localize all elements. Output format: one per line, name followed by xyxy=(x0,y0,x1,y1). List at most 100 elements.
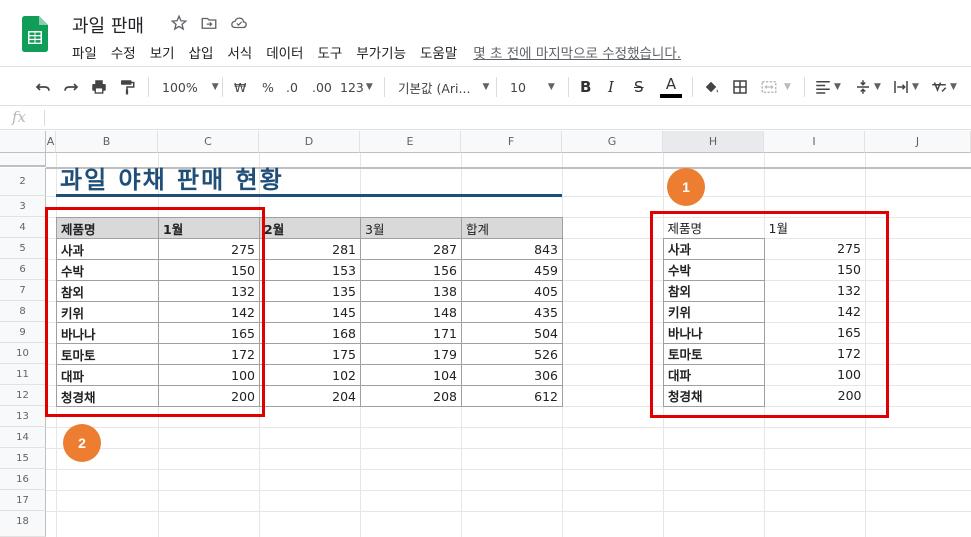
value-cell[interactable]: 153 xyxy=(259,259,361,281)
formula-input[interactable] xyxy=(56,109,956,127)
value-cell[interactable]: 148 xyxy=(360,301,462,323)
text-wrapping-button[interactable]: ▼ xyxy=(892,67,919,107)
menu-help[interactable]: 도움말 xyxy=(420,42,457,62)
value-cell[interactable]: 281 xyxy=(259,238,361,260)
horizontal-align-button[interactable]: ▼ xyxy=(814,67,841,107)
menu-edit[interactable]: 수정 xyxy=(111,42,136,62)
menu-insert[interactable]: 삽입 xyxy=(189,42,214,62)
menu-tools[interactable]: 도구 xyxy=(317,42,342,62)
increase-decimal-button[interactable]: .00 xyxy=(312,67,332,107)
value-cell[interactable]: 208 xyxy=(360,385,462,407)
value-cell[interactable]: 145 xyxy=(259,301,361,323)
menu-file[interactable]: 파일 xyxy=(72,42,97,62)
col-header-b[interactable]: B xyxy=(56,131,158,153)
row-header-12[interactable]: 12 xyxy=(0,385,46,406)
menu-view[interactable]: 보기 xyxy=(150,42,175,62)
font-family-select[interactable]: 기본값 (Ari... ▼ xyxy=(398,67,489,107)
col-header-j[interactable]: J xyxy=(865,131,971,153)
merge-cells-button[interactable]: ▼ xyxy=(760,67,791,107)
header-cell[interactable]: 2월 xyxy=(259,217,361,239)
col-header-e[interactable]: E xyxy=(360,131,461,153)
row-header-14[interactable]: 14 xyxy=(0,427,46,448)
value-cell[interactable]: 179 xyxy=(360,343,462,365)
value-cell[interactable]: 156 xyxy=(360,259,462,281)
total-cell[interactable]: 526 xyxy=(461,343,563,365)
undo-button[interactable] xyxy=(34,67,52,107)
cloud-saved-icon[interactable] xyxy=(230,14,248,32)
currency-format-button[interactable]: ₩ xyxy=(234,67,246,107)
text-rotation-button[interactable]: ▼ xyxy=(930,67,957,107)
menu-addons[interactable]: 부가기능 xyxy=(356,42,406,62)
step-badge-2: 2 xyxy=(63,424,101,462)
header-cell[interactable]: 합계 xyxy=(461,217,563,239)
col-header-h[interactable]: H xyxy=(663,131,764,153)
total-cell[interactable]: 306 xyxy=(461,364,563,386)
move-to-folder-icon[interactable] xyxy=(200,14,218,32)
strikethrough-button[interactable]: S xyxy=(634,67,644,107)
value-cell[interactable]: 135 xyxy=(259,280,361,302)
total-cell[interactable]: 843 xyxy=(461,238,563,260)
col-header-g[interactable]: G xyxy=(562,131,663,153)
header-cell[interactable]: 3월 xyxy=(360,217,462,239)
row-header-6[interactable]: 6 xyxy=(0,259,46,280)
total-cell[interactable]: 405 xyxy=(461,280,563,302)
col-header-f[interactable]: F xyxy=(461,131,562,153)
select-all-corner[interactable] xyxy=(0,131,46,153)
text-color-button[interactable]: A xyxy=(660,67,682,107)
row-header-13[interactable]: 13 xyxy=(0,406,46,427)
text-color-swatch xyxy=(660,93,682,98)
more-formats-select[interactable]: 123 ▼ xyxy=(340,67,373,107)
row-header-17[interactable]: 17 xyxy=(0,490,46,511)
row-header-2[interactable]: 2 xyxy=(0,168,46,196)
last-edit-link[interactable]: 몇 초 전에 마지막으로 수정했습니다. xyxy=(473,42,681,62)
zoom-select[interactable]: 100% ▼ xyxy=(162,67,219,107)
font-size-select[interactable]: 10 ▼ xyxy=(510,67,555,107)
col-header-d[interactable]: D xyxy=(259,131,360,153)
borders-button[interactable] xyxy=(731,67,749,107)
row-header-15[interactable]: 15 xyxy=(0,448,46,469)
value-cell[interactable]: 138 xyxy=(360,280,462,302)
row-header-10[interactable]: 10 xyxy=(0,343,46,364)
sheets-logo-icon[interactable] xyxy=(22,16,48,52)
decrease-decimal-button[interactable]: .0 xyxy=(286,67,298,107)
total-cell[interactable]: 504 xyxy=(461,322,563,344)
document-title[interactable]: 과일 판매 xyxy=(72,12,144,38)
row-header-frozen xyxy=(0,153,46,167)
row-header-11[interactable]: 11 xyxy=(0,364,46,385)
menu-format[interactable]: 서식 xyxy=(227,42,252,62)
italic-button[interactable]: I xyxy=(608,67,614,107)
row-header-3[interactable]: 3 xyxy=(0,196,46,217)
value-cell[interactable]: 204 xyxy=(259,385,361,407)
redo-button[interactable] xyxy=(62,67,80,107)
value-cell[interactable]: 287 xyxy=(360,238,462,260)
total-cell[interactable]: 612 xyxy=(461,385,563,407)
row-header-7[interactable]: 7 xyxy=(0,280,46,301)
row-header-4[interactable]: 4 xyxy=(0,217,46,238)
row-header-18[interactable]: 18 xyxy=(0,511,46,537)
value-cell[interactable]: 104 xyxy=(360,364,462,386)
value-cell[interactable]: 168 xyxy=(259,322,361,344)
vertical-align-button[interactable]: ▼ xyxy=(854,67,881,107)
total-cell[interactable]: 459 xyxy=(461,259,563,281)
star-icon[interactable] xyxy=(170,14,188,32)
col-header-c[interactable]: C xyxy=(158,131,259,153)
row-header-8[interactable]: 8 xyxy=(0,301,46,322)
merge-cells-icon xyxy=(761,81,777,93)
value-cell[interactable]: 102 xyxy=(259,364,361,386)
col-header-i[interactable]: I xyxy=(764,131,865,153)
value-cell[interactable]: 175 xyxy=(259,343,361,365)
fill-color-button[interactable] xyxy=(702,67,720,107)
sheet-title[interactable]: 과일 야채 판매 현황 xyxy=(60,160,284,195)
paint-format-button[interactable] xyxy=(118,67,136,107)
menu-data[interactable]: 데이터 xyxy=(266,42,303,62)
total-cell[interactable]: 435 xyxy=(461,301,563,323)
print-button[interactable] xyxy=(90,67,108,107)
row-header-5[interactable]: 5 xyxy=(0,238,46,259)
percent-format-button[interactable]: % xyxy=(262,67,274,107)
title-underline xyxy=(56,194,562,197)
col-header-a[interactable]: A xyxy=(46,131,56,153)
row-header-16[interactable]: 16 xyxy=(0,469,46,490)
row-header-9[interactable]: 9 xyxy=(0,322,46,343)
bold-button[interactable]: B xyxy=(580,67,591,107)
value-cell[interactable]: 171 xyxy=(360,322,462,344)
